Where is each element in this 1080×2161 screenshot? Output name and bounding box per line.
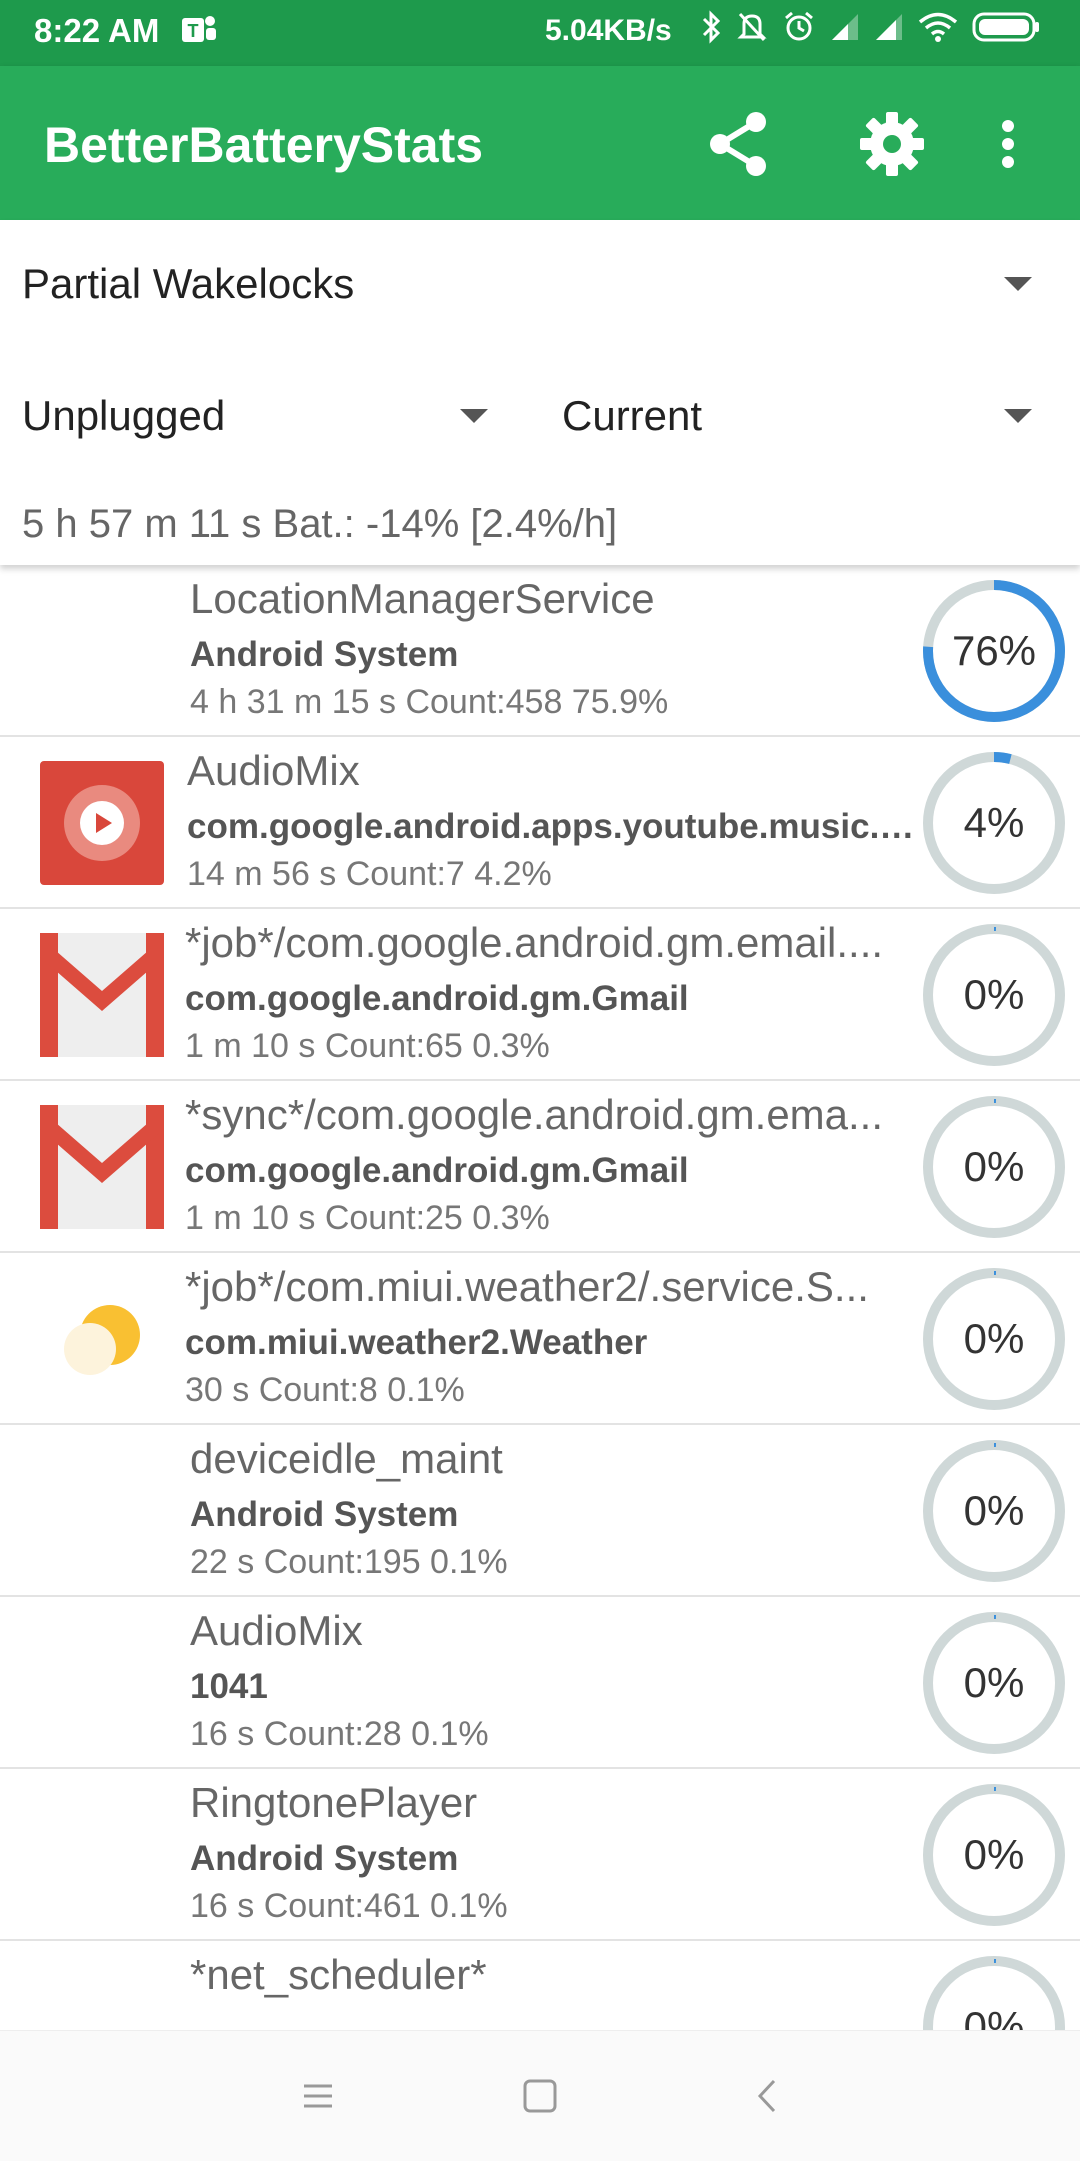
percent-gauge: 0% bbox=[918, 1607, 1070, 1759]
percent-label: 0% bbox=[963, 1143, 1025, 1190]
wakelock-name: RingtonePlayer bbox=[190, 1779, 478, 1826]
home-icon[interactable] bbox=[516, 2076, 564, 2116]
package-name: 1041 bbox=[190, 1667, 268, 1706]
filter-panel: Partial Wakelocks Unplugged Current 5 h … bbox=[0, 220, 1080, 565]
wakelock-stats: 30 s Count:8 0.1% bbox=[185, 1371, 465, 1409]
wakelock-stats: 14 m 56 s Count:7 4.2% bbox=[187, 855, 552, 893]
mute-icon bbox=[737, 12, 767, 42]
more-options-button[interactable] bbox=[978, 104, 1038, 184]
wakelock-stats: 16 s Count:461 0.1% bbox=[190, 1887, 508, 1925]
wakelock-stats: 22 s Count:195 0.1% bbox=[190, 1543, 508, 1581]
to-reference-dropdown[interactable]: Current bbox=[562, 392, 1032, 440]
from-reference-value: Unplugged bbox=[22, 392, 226, 439]
battery-icon bbox=[972, 12, 1039, 42]
wakelock-name: *sync*/com.google.android.gm.ema... bbox=[185, 1091, 884, 1138]
percent-gauge: 4% bbox=[918, 747, 1070, 899]
percent-label: 0% bbox=[963, 1487, 1025, 1534]
share-icon bbox=[710, 112, 766, 176]
list-item[interactable]: deviceidle_maint Android System 22 s Cou… bbox=[0, 1425, 1080, 1597]
chevron-down-icon bbox=[1004, 409, 1032, 423]
status-time: 8:22 AM bbox=[34, 12, 160, 49]
weather-icon bbox=[64, 1305, 140, 1375]
wifi-icon bbox=[918, 12, 958, 42]
wakelock-name: *job*/com.miui.weather2/.service.S... bbox=[185, 1263, 869, 1310]
wakelock-name: AudioMix bbox=[187, 747, 360, 794]
signal-icon bbox=[832, 14, 858, 40]
wakelock-name: AudioMix bbox=[190, 1607, 363, 1654]
package-name: Android System bbox=[190, 1839, 459, 1878]
percent-gauge: 0% bbox=[918, 1091, 1070, 1243]
chevron-down-icon bbox=[460, 409, 488, 423]
back-icon[interactable] bbox=[744, 2076, 792, 2116]
chevron-down-icon bbox=[1004, 277, 1032, 291]
from-reference-dropdown[interactable]: Unplugged bbox=[22, 392, 488, 440]
since-summary: 5 h 57 m 11 s Bat.: -14% [2.4%/h] bbox=[22, 502, 618, 546]
share-button[interactable] bbox=[698, 104, 778, 184]
stat-type-value: Partial Wakelocks bbox=[22, 260, 355, 307]
package-name: com.miui.weather2.Weather bbox=[185, 1323, 648, 1362]
list-item[interactable]: *job*/com.miui.weather2/.service.S... co… bbox=[0, 1253, 1080, 1425]
status-bar: 8:22 AM T 5.04KB/s bbox=[0, 0, 1080, 66]
navigation-bar bbox=[0, 2030, 1080, 2161]
percent-label: 0% bbox=[963, 2003, 1025, 2030]
percent-gauge: 0% bbox=[918, 1263, 1070, 1415]
stat-type-dropdown[interactable]: Partial Wakelocks bbox=[22, 260, 1032, 308]
package-name: Android System bbox=[190, 635, 459, 674]
percent-gauge: 0% bbox=[918, 1951, 1070, 2030]
package-name: com.google.android.gm.Gmail bbox=[185, 1151, 689, 1190]
app-title: BetterBatteryStats bbox=[44, 117, 484, 173]
gmail-icon bbox=[40, 1105, 164, 1229]
percent-gauge: 76% bbox=[918, 575, 1070, 727]
percent-label: 4% bbox=[963, 799, 1025, 846]
youtube-music-icon bbox=[40, 761, 164, 885]
list-item[interactable]: AudioMix com.google.android.apps.youtube… bbox=[0, 737, 1080, 909]
package-name: com.google.android.gm.Gmail bbox=[185, 979, 689, 1018]
network-speed: 5.04KB/s bbox=[545, 14, 672, 47]
signal-icon bbox=[876, 14, 902, 40]
list-item[interactable]: *sync*/com.google.android.gm.ema... com.… bbox=[0, 1081, 1080, 1253]
wakelock-name: *net_scheduler* bbox=[190, 1951, 487, 1998]
wakelock-name: LocationManagerService bbox=[190, 575, 655, 622]
package-name: Android System bbox=[190, 1495, 459, 1534]
teams-icon: T bbox=[182, 16, 216, 42]
gmail-icon bbox=[40, 933, 164, 1057]
percent-gauge: 0% bbox=[918, 1779, 1070, 1931]
wakelock-name: *job*/com.google.android.gm.email.... bbox=[185, 919, 884, 966]
percent-gauge: 0% bbox=[918, 919, 1070, 1071]
svg-text:T: T bbox=[188, 21, 199, 41]
list-item[interactable]: RingtonePlayer Android System 16 s Count… bbox=[0, 1769, 1080, 1941]
list-item[interactable]: AudioMix 1041 16 s Count:28 0.1% 0% bbox=[0, 1597, 1080, 1769]
percent-label: 0% bbox=[963, 971, 1025, 1018]
wakelock-stats: 1 m 10 s Count:25 0.3% bbox=[185, 1199, 550, 1237]
list-item[interactable]: *net_scheduler* 0% bbox=[0, 1941, 1080, 2030]
to-reference-value: Current bbox=[562, 392, 703, 439]
list-item[interactable]: *job*/com.google.android.gm.email.... co… bbox=[0, 909, 1080, 1081]
list-item[interactable]: LocationManagerService Android System 4 … bbox=[0, 565, 1080, 737]
settings-icon bbox=[860, 112, 924, 176]
wakelock-list[interactable]: LocationManagerService Android System 4 … bbox=[0, 565, 1080, 2030]
percent-label: 0% bbox=[963, 1315, 1025, 1362]
percent-label: 0% bbox=[963, 1659, 1025, 1706]
alarm-icon bbox=[785, 11, 813, 41]
bluetooth-icon bbox=[702, 10, 721, 44]
wakelock-stats: 16 s Count:28 0.1% bbox=[190, 1715, 489, 1753]
wakelock-stats: 1 m 10 s Count:65 0.3% bbox=[185, 1027, 550, 1065]
wakelock-name: deviceidle_maint bbox=[190, 1435, 503, 1482]
percent-gauge: 0% bbox=[918, 1435, 1070, 1587]
app-bar: BetterBatteryStats bbox=[0, 66, 1080, 220]
more-icon bbox=[1002, 120, 1014, 168]
percent-label: 76% bbox=[951, 627, 1037, 674]
package-name: com.google.android.apps.youtube.music.Y.… bbox=[187, 807, 917, 846]
menu-icon[interactable] bbox=[294, 2076, 342, 2116]
percent-label: 0% bbox=[963, 1831, 1025, 1878]
wakelock-stats: 4 h 31 m 15 s Count:458 75.9% bbox=[190, 683, 669, 721]
settings-button[interactable] bbox=[852, 104, 932, 184]
